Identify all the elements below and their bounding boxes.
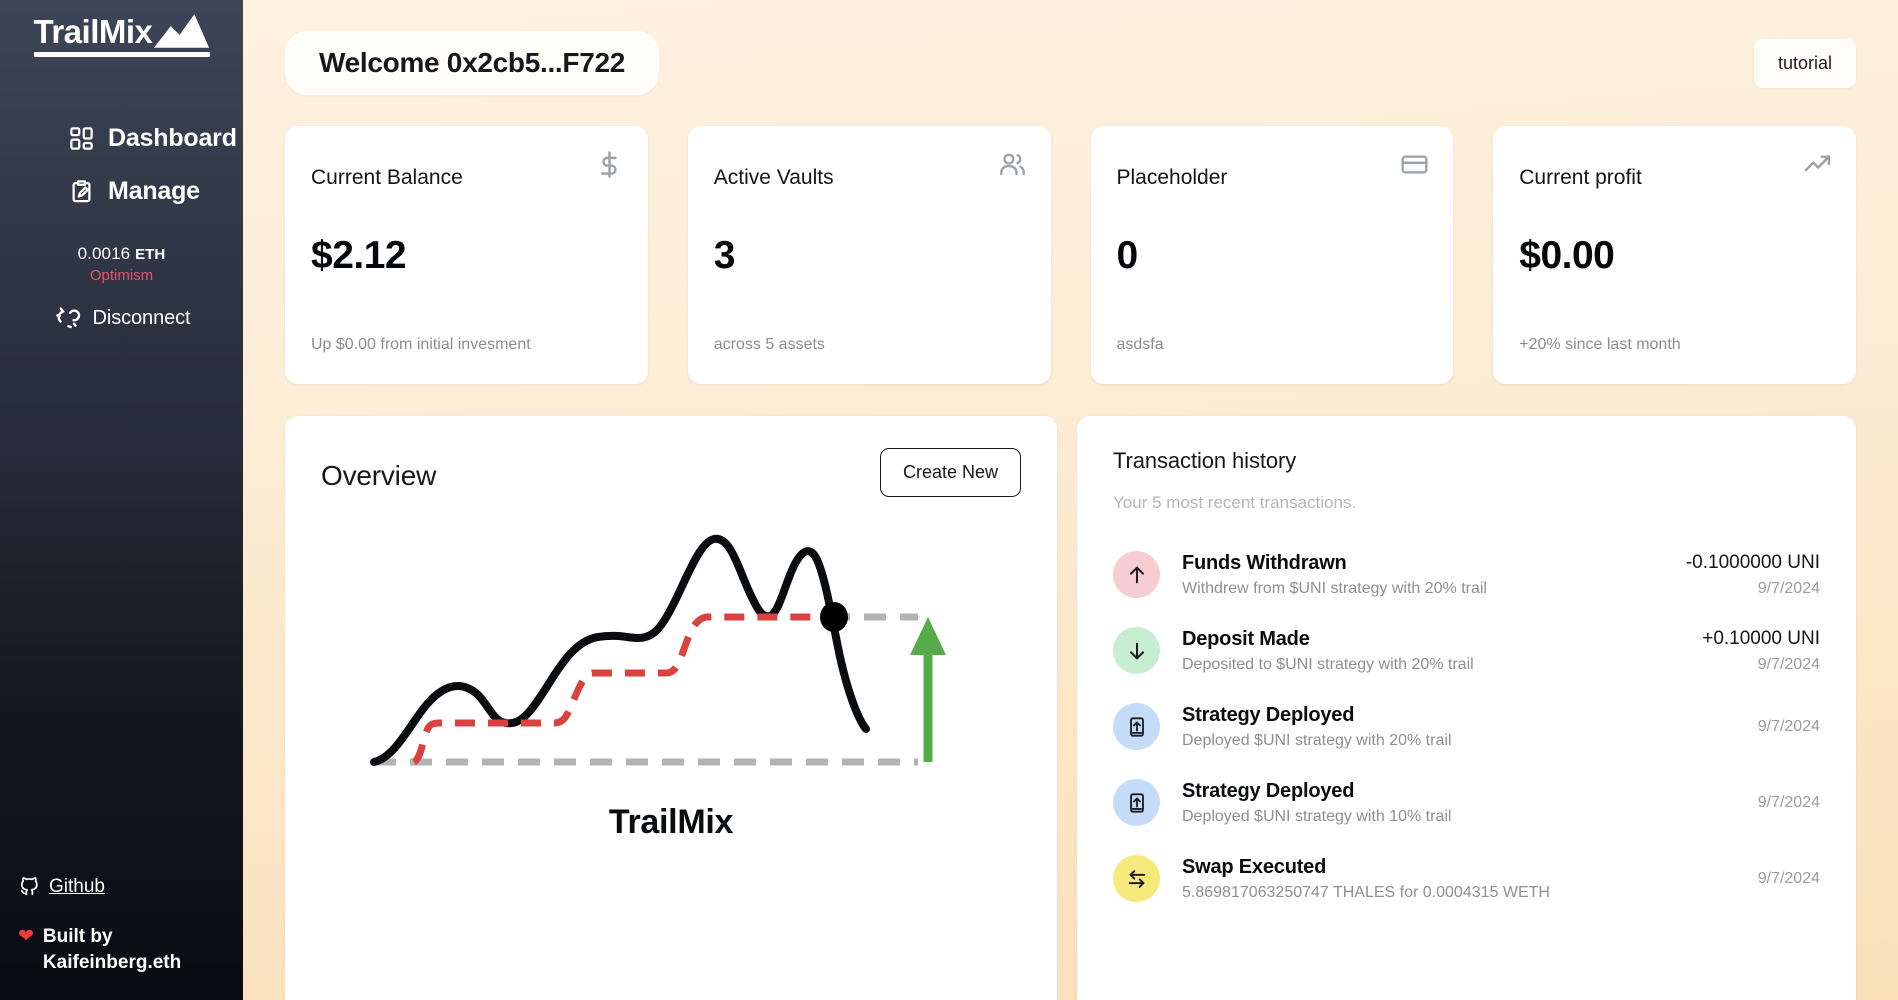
- welcome-banner: Welcome 0x2cb5...F722: [285, 31, 660, 95]
- clipboard-edit-icon: [72, 180, 91, 203]
- transaction-name: Swap Executed: [1182, 855, 1327, 878]
- wallet-network: Optimism: [89, 267, 154, 284]
- sidebar-item-label: Dashboard: [108, 124, 237, 152]
- sidebar-nav: Dashboard Manage: [0, 112, 243, 218]
- create-new-button[interactable]: Create New: [879, 448, 1021, 497]
- price-line: [370, 534, 870, 766]
- stat-card-active-vaults: Active Vaults 3 across 5 assets: [687, 126, 1051, 384]
- transaction-row[interactable]: Swap Executed 5.869817063250747 THALES f…: [1113, 841, 1820, 917]
- trending-up-icon: [1804, 155, 1831, 172]
- stat-card-current-balance: Current Balance $2.12 Up $0.00 from init…: [285, 126, 648, 384]
- disconnect-button[interactable]: Disconnect: [53, 304, 191, 333]
- lower-panels: Overview Create New TrailMix Transaction…: [285, 416, 1856, 1000]
- sidebar-item-label: Manage: [108, 177, 200, 205]
- github-label: Github: [49, 875, 105, 897]
- transaction-name: Strategy Deployed: [1182, 703, 1355, 726]
- unlink-icon: [55, 307, 80, 329]
- mountain-chart-icon: [154, 14, 210, 48]
- transaction-name: Deposit Made: [1182, 627, 1310, 650]
- overview-header: Overview Create New: [321, 448, 1021, 497]
- transaction-date: 9/7/2024: [1757, 793, 1820, 811]
- overview-panel: Overview Create New TrailMix: [285, 416, 1057, 1000]
- top-bar: Welcome 0x2cb5...F722 tutorial: [285, 0, 1856, 95]
- users-icon: [999, 153, 1025, 176]
- stat-value: 0: [1116, 234, 1139, 277]
- sidebar-item-dashboard[interactable]: Dashboard: [0, 112, 243, 165]
- stat-title: Current Balance: [311, 166, 463, 189]
- stat-title: Active Vaults: [713, 166, 834, 189]
- transaction-description: Withdrew from $UNI strategy with 20% tra…: [1182, 579, 1487, 597]
- built-by-text: Built by Kaifeinberg.eth: [42, 926, 182, 973]
- disconnect-label: Disconnect: [92, 307, 191, 329]
- brand-name: TrailMix: [33, 13, 153, 50]
- transaction-icon-badge: [1113, 703, 1160, 750]
- overview-title: Overview: [321, 460, 437, 491]
- heart-icon: ❤: [18, 926, 34, 948]
- transaction-icon-badge: [1113, 551, 1160, 598]
- transaction-name: Funds Withdrawn: [1182, 551, 1347, 574]
- deploy-upload-icon: [1129, 716, 1144, 737]
- stat-title: Placeholder: [1116, 166, 1228, 189]
- transaction-icon-badge: [1113, 855, 1160, 902]
- credit-card-icon: [1401, 155, 1428, 174]
- wallet-info: 0.0016 ETH Optimism: [78, 244, 166, 284]
- wallet-balance: 0.0016 ETH: [78, 244, 166, 264]
- stat-subtext: +20% since last month: [1519, 336, 1681, 353]
- github-icon: [20, 877, 38, 896]
- stat-title: Current profit: [1519, 166, 1642, 189]
- stat-card-current-profit: Current profit $0.00 +20% since last mon…: [1493, 126, 1856, 384]
- logo-underline: [33, 52, 210, 57]
- main-content: Welcome 0x2cb5...F722 tutorial Current B…: [243, 0, 1898, 1000]
- transaction-row[interactable]: Deposit Made Deposited to $UNI strategy …: [1113, 613, 1820, 689]
- stop-trigger-marker: [820, 602, 848, 632]
- stat-cards: Current Balance $2.12 Up $0.00 from init…: [285, 126, 1856, 384]
- dollar-sign-icon: [600, 151, 617, 178]
- trailmix-chart-illustration: [321, 507, 1021, 797]
- wallet-balance-currency: ETH: [135, 246, 166, 263]
- trail-stop-chart: [370, 534, 946, 766]
- transaction-list: Funds Withdrawn Withdrew from $UNI strat…: [1113, 537, 1820, 917]
- transaction-description: 5.869817063250747 THALES for 0.0004315 W…: [1182, 883, 1550, 901]
- stat-subtext: Up $0.00 from initial invesment: [311, 336, 531, 353]
- transaction-row[interactable]: Strategy Deployed Deployed $UNI strategy…: [1113, 765, 1820, 841]
- transaction-description: Deployed $UNI strategy with 20% trail: [1182, 731, 1452, 749]
- locked-gain-arrow-icon: [910, 617, 946, 762]
- transaction-row[interactable]: Strategy Deployed Deployed $UNI strategy…: [1113, 689, 1820, 765]
- chart-caption: TrailMix: [608, 803, 734, 841]
- tutorial-button[interactable]: tutorial: [1753, 38, 1856, 88]
- transaction-date: 9/7/2024: [1757, 655, 1820, 673]
- transaction-history-title: Transaction history: [1113, 448, 1297, 473]
- transaction-icon-badge: [1113, 627, 1160, 674]
- transaction-history-subtitle: Your 5 most recent transactions.: [1113, 493, 1357, 512]
- stat-subtext: across 5 assets: [713, 336, 825, 353]
- stat-value: 3: [713, 234, 736, 277]
- swap-arrows-icon: [1128, 869, 1145, 888]
- stat-subtext: asdsfa: [1116, 336, 1164, 353]
- transaction-name: Strategy Deployed: [1182, 779, 1355, 802]
- stat-value: $2.12: [311, 234, 407, 277]
- transaction-date: 9/7/2024: [1757, 717, 1820, 735]
- deploy-upload-icon: [1129, 792, 1144, 813]
- transaction-date: 9/7/2024: [1757, 869, 1820, 887]
- brand-logo[interactable]: TrailMix: [33, 13, 210, 57]
- transaction-icon-badge: [1113, 779, 1160, 826]
- transaction-date: 9/7/2024: [1757, 579, 1820, 597]
- grid-dashboard-icon: [70, 127, 93, 150]
- sidebar-item-manage[interactable]: Manage: [0, 165, 243, 218]
- built-by: ❤ Built by Kaifeinberg.eth: [18, 924, 223, 975]
- github-link[interactable]: Github: [18, 875, 223, 898]
- transaction-description: Deposited to $UNI strategy with 20% trai…: [1182, 655, 1474, 673]
- sidebar-footer: Github ❤ Built by Kaifeinberg.eth: [18, 875, 223, 975]
- arrow-down-icon: [1129, 642, 1144, 659]
- transaction-amount: -0.1000000 UNI: [1685, 551, 1820, 573]
- transaction-history-panel: Transaction history Your 5 most recent t…: [1077, 416, 1856, 1000]
- wallet-balance-amount: 0.0016: [77, 244, 131, 263]
- transaction-description: Deployed $UNI strategy with 10% trail: [1182, 807, 1452, 825]
- arrow-up-icon: [1129, 566, 1144, 583]
- transaction-row[interactable]: Funds Withdrawn Withdrew from $UNI strat…: [1113, 537, 1820, 613]
- stat-value: $0.00: [1519, 234, 1615, 277]
- sidebar: TrailMix Dashboard Manage 0.0016 ETH Opt…: [0, 0, 243, 1000]
- transaction-amount: +0.10000 UNI: [1702, 627, 1820, 649]
- stat-card-placeholder: Placeholder 0 asdsfa: [1090, 126, 1454, 384]
